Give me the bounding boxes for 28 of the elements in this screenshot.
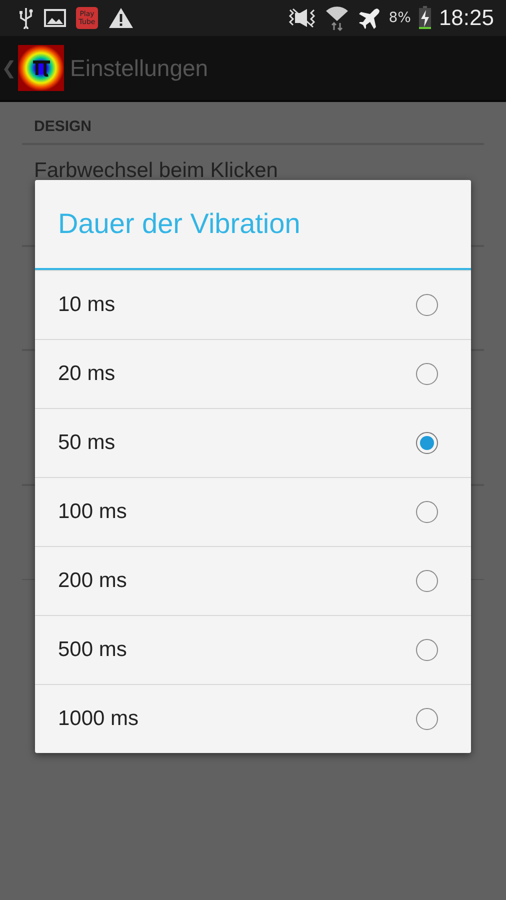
clock: 18:25: [438, 5, 494, 31]
option-row[interactable]: 200 ms: [35, 546, 471, 615]
radio-button[interactable]: [416, 708, 438, 730]
radio-button[interactable]: [416, 294, 438, 316]
option-row[interactable]: 100 ms: [35, 477, 471, 546]
option-row[interactable]: 10 ms: [35, 270, 471, 339]
airplane-icon: [356, 6, 381, 30]
radio-button[interactable]: [416, 501, 438, 523]
radio-button[interactable]: [416, 570, 438, 592]
option-row[interactable]: 50 ms: [35, 408, 471, 477]
setting-item: Farbwechsel beim Klicken: [34, 159, 278, 183]
option-row[interactable]: 500 ms: [35, 615, 471, 684]
battery-charging-icon: [418, 6, 431, 30]
image-icon: [44, 8, 66, 28]
radio-button[interactable]: [416, 639, 438, 661]
option-row[interactable]: 20 ms: [35, 339, 471, 408]
mute-icon: [286, 8, 317, 28]
battery-percentage: 8%: [388, 10, 411, 26]
screen-title: Einstellungen: [70, 54, 208, 82]
radio-button[interactable]: [416, 363, 438, 385]
section-header: DESIGN: [33, 117, 93, 137]
wifi-icon: [324, 5, 349, 31]
dialog-title: Dauer der Vibration: [35, 180, 471, 270]
app-logo-icon[interactable]: [18, 45, 64, 91]
option-row[interactable]: 1000 ms: [35, 684, 471, 753]
warning-icon: [108, 7, 134, 29]
usb-icon: [18, 7, 34, 29]
radio-button[interactable]: [416, 432, 438, 454]
